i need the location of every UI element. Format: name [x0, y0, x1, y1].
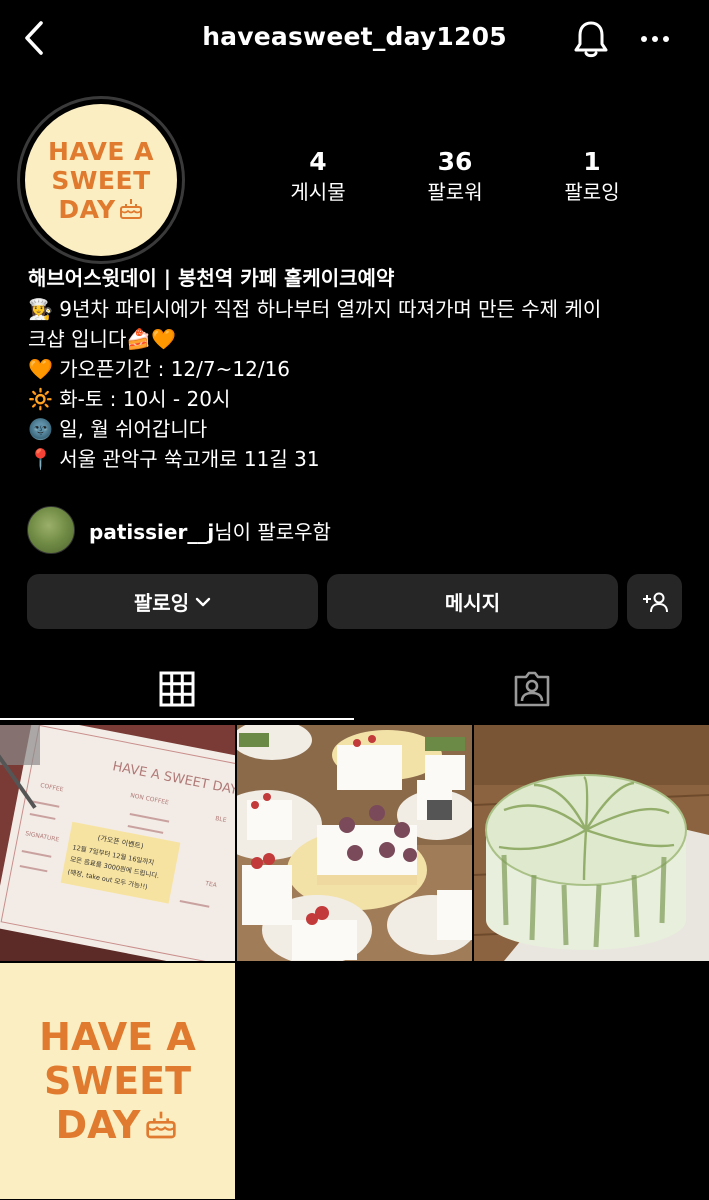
bio-line: 🌚 일, 월 쉬어갑니다	[28, 417, 208, 441]
tab-tagged[interactable]	[354, 658, 709, 720]
profile-tabs	[0, 658, 709, 720]
logo-tile-line-2: SWEET	[43, 1059, 192, 1103]
stat-followers-label: 팔로워	[427, 180, 483, 204]
message-button[interactable]: 메시지	[327, 574, 618, 629]
stat-following-label: 팔로잉	[564, 180, 620, 204]
bio-line: 크샵 입니다🍰🧡	[28, 327, 177, 351]
cake-icon	[146, 1111, 177, 1139]
stat-followers-count: 36	[437, 147, 473, 176]
followed-by-username: patissier__j	[89, 519, 215, 544]
message-button-label: 메시지	[444, 591, 501, 615]
more-options-button[interactable]	[634, 18, 676, 60]
followed-by-suffix: 님이 팔로우함	[214, 519, 331, 544]
followed-by-text: patissier__j님이 팔로우함	[89, 516, 331, 545]
tagged-person-icon	[514, 671, 549, 707]
active-tab-indicator	[0, 718, 354, 720]
stat-following[interactable]: 1 팔로잉	[527, 146, 657, 206]
followed-by-row[interactable]: patissier__j님이 팔로우함	[27, 505, 331, 555]
stat-following-count: 1	[583, 147, 601, 176]
avatar-logo-line-1: HAVE A	[47, 136, 155, 166]
cake-icon	[119, 199, 142, 219]
chevron-down-icon	[195, 597, 211, 606]
stat-followers[interactable]: 36 팔로워	[390, 146, 520, 206]
post-tile-menu[interactable]: HAVE A SWEET DAY COFFEE NON COFFEE SIGNA…	[0, 725, 235, 961]
bell-icon	[574, 21, 608, 58]
bio-line: 🧡 가오픈기간 : 12/7~12/16	[28, 357, 291, 381]
top-bar: haveasweet_day1205	[0, 0, 709, 80]
post-menu-photo: HAVE A SWEET DAY COFFEE NON COFFEE SIGNA…	[0, 725, 235, 961]
logo-tile-line-1: HAVE A	[39, 1015, 196, 1059]
bio-line: 🔆 화-토 : 10시 - 20시	[28, 387, 231, 411]
post-cakes-photo	[237, 725, 472, 961]
tab-posts-grid[interactable]	[0, 658, 354, 720]
post-tile-crepe-cake[interactable]	[474, 725, 709, 961]
grid-icon	[159, 671, 195, 707]
avatar-logo-line-3: DAY	[58, 194, 116, 224]
more-horizontal-icon	[641, 36, 669, 42]
add-person-icon	[642, 592, 668, 612]
following-button[interactable]: 팔로잉	[27, 574, 318, 629]
profile-bio: 해브어스윗데이 | 봉천역 카페 홀케이크예약 👩‍🍳 9년차 파티시에가 직접…	[28, 262, 688, 474]
post-tile-logo[interactable]: HAVE A SWEET DAY	[0, 963, 235, 1199]
logo-tile-line-3-row: DAY	[56, 1103, 180, 1147]
profile-avatar-ring[interactable]: HAVE A SWEET DAY	[17, 96, 185, 264]
bio-line: 📍 서울 관악구 쑥고개로 11길 31	[28, 447, 320, 471]
suggest-people-button[interactable]	[627, 574, 682, 629]
post-tile-cakes[interactable]	[237, 725, 472, 961]
follower-avatar	[27, 506, 75, 554]
avatar-logo-line-3-row: DAY	[58, 195, 143, 224]
profile-avatar: HAVE A SWEET DAY	[25, 104, 177, 256]
stat-posts-count: 4	[309, 147, 327, 176]
stat-posts[interactable]: 4 게시물	[253, 146, 383, 206]
post-crepe-cake-photo	[474, 725, 709, 961]
stat-posts-label: 게시물	[290, 180, 346, 204]
profile-display-name: 해브어스윗데이 | 봉천역 카페 홀케이크예약	[28, 266, 395, 290]
following-button-label: 팔로잉	[133, 591, 190, 615]
bio-line: 👩‍🍳 9년차 파티시에가 직접 하나부터 열까지 따져가며 만든 수제 케이	[28, 297, 602, 321]
avatar-logo-line-2: SWEET	[51, 165, 151, 195]
logo-tile-line-3: DAY	[55, 1103, 141, 1147]
notifications-button[interactable]	[570, 18, 612, 60]
